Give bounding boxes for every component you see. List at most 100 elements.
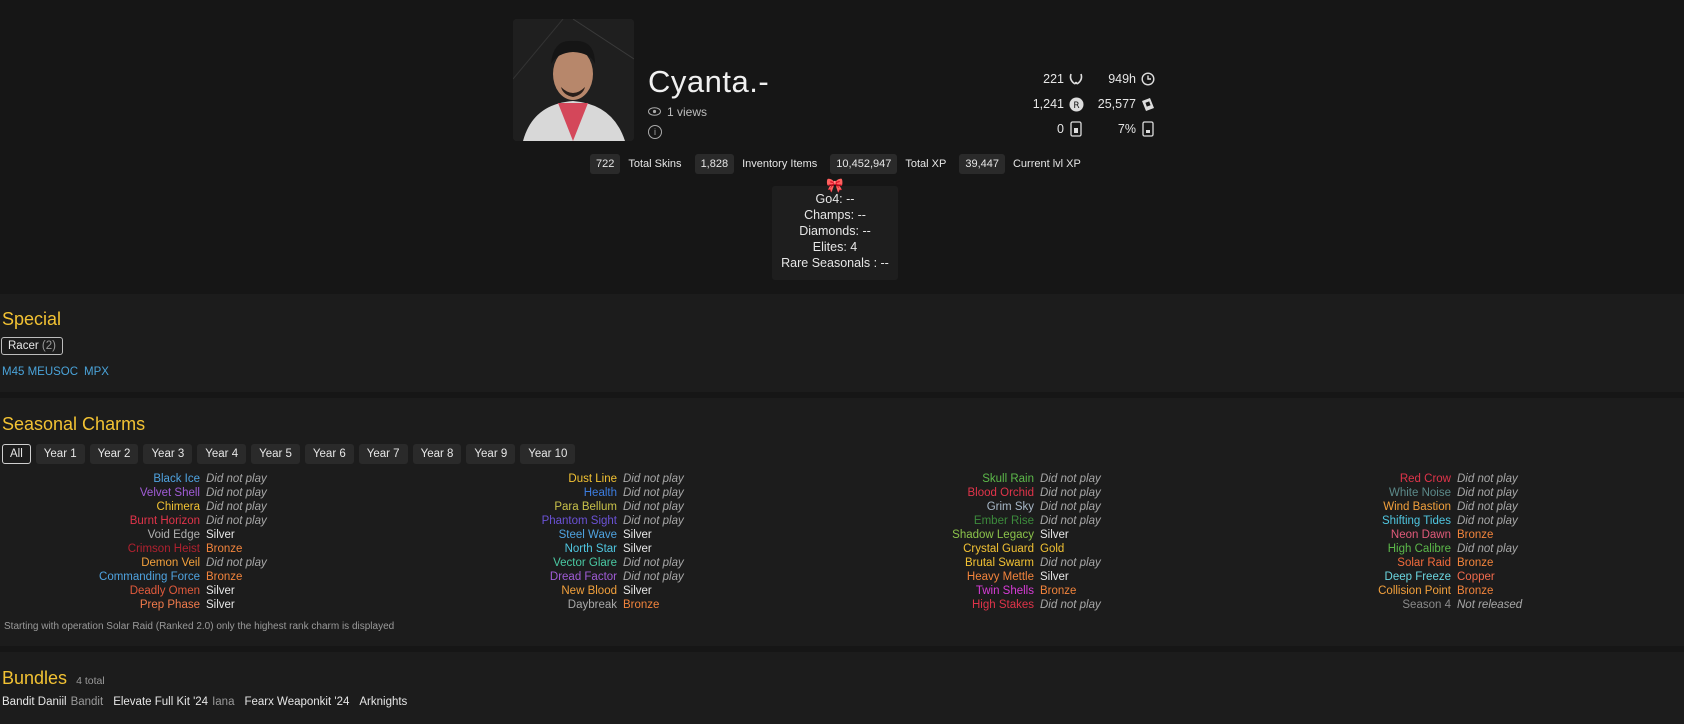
- charm-row: Shadow Legacy Silver: [834, 528, 1190, 542]
- charm-row: Wind Bastion Did not play: [1251, 500, 1607, 514]
- special-item-m45[interactable]: M45 MEUSOC: [2, 366, 78, 378]
- special-item-mpx[interactable]: MPX: [84, 366, 109, 378]
- charm-row: Phantom Sight Did not play: [417, 514, 773, 528]
- year-tab-year-8[interactable]: Year 8: [412, 444, 462, 464]
- badge-total-xp: 10,452,947 Total XP: [830, 154, 946, 174]
- charm-row: Skull Rain Did not play: [834, 472, 1190, 486]
- year-tab-year-4[interactable]: Year 4: [197, 444, 247, 464]
- year-tab-year-3[interactable]: Year 3: [143, 444, 193, 464]
- special-section: Special Racer (2) M45 MEUSOC MPX: [0, 294, 1684, 392]
- charm-row: Velvet Shell Did not play: [0, 486, 356, 500]
- clock-icon: [1140, 71, 1156, 87]
- rank-go4: Go4: --: [815, 192, 855, 206]
- charm-row: Season 4 Not released: [1251, 598, 1607, 612]
- charm-name: Neon Dawn: [1390, 529, 1451, 541]
- charm-name: New Blood: [561, 585, 617, 597]
- bundle-operator: Bandit: [70, 696, 104, 708]
- charm-note: Starting with operation Solar Raid (Rank…: [4, 621, 395, 632]
- bundle-name: Fearx Weaponkit '24: [244, 696, 350, 708]
- charm-row: White Noise Did not play: [1251, 486, 1607, 500]
- charm-name: High Calibre: [1387, 543, 1451, 555]
- year-tab-year-10[interactable]: Year 10: [520, 444, 576, 464]
- charm-name: Deep Freeze: [1384, 571, 1451, 583]
- charm-row: Health Did not play: [417, 486, 773, 500]
- ribbon-icon: 🎀: [826, 177, 844, 193]
- bundle-item[interactable]: Bandit Daniil Bandit: [2, 696, 103, 708]
- charm-row: Blood Orchid Did not play: [834, 486, 1190, 500]
- rank-diamonds: Diamonds: --: [799, 224, 871, 238]
- credits-icon: R: [1068, 96, 1084, 112]
- year-tab-year-2[interactable]: Year 2: [89, 444, 139, 464]
- stat-packs: 0: [1020, 121, 1084, 137]
- year-tab-year-5[interactable]: Year 5: [251, 444, 300, 464]
- stat-level: 221: [1020, 71, 1084, 87]
- charm-name: Daybreak: [567, 599, 617, 611]
- year-tab-all[interactable]: All: [2, 444, 31, 464]
- charm-value: Did not play: [1457, 501, 1518, 513]
- charm-name: Demon Veil: [141, 557, 200, 569]
- profile-badges: 722 Total Skins 1,828 Inventory Items 10…: [590, 154, 1094, 174]
- year-tab-year-7[interactable]: Year 7: [358, 444, 408, 464]
- charm-row: Deadly Omen Silver: [0, 584, 356, 598]
- badge-total-skins: 722 Total Skins: [590, 154, 682, 174]
- special-title: Special: [2, 309, 62, 329]
- charm-value: Bronze: [1040, 585, 1077, 597]
- charm-row: Crimson Heist Bronze: [0, 542, 356, 556]
- charm-name: Phantom Sight: [541, 515, 617, 527]
- charm-row: Chimera Did not play: [0, 500, 356, 514]
- charm-name: Blood Orchid: [967, 487, 1034, 499]
- charm-value: Did not play: [1457, 515, 1518, 527]
- charm-value: Did not play: [1040, 515, 1101, 527]
- charm-column-3: Skull Rain Did not play Blood Orchid Did no…: [834, 472, 1190, 612]
- year-tab-year-6[interactable]: Year 6: [304, 444, 354, 464]
- svg-text:R: R: [1073, 101, 1079, 111]
- bundles-title: Bundles 4 total: [2, 668, 105, 688]
- stat-packs-value: 0: [1057, 122, 1064, 136]
- stat-credits: 1,241 R: [1020, 96, 1084, 112]
- bundle-item[interactable]: Fearx Weaponkit '24: [244, 696, 349, 708]
- charm-row: Dust Line Did not play: [417, 472, 773, 486]
- bundles-section: Bundles 4 total: [0, 652, 1684, 724]
- charm-name: Collision Point: [1378, 585, 1451, 597]
- pack-chance-icon: [1140, 121, 1156, 137]
- bundles-total: 4 total: [76, 675, 105, 687]
- charm-value: Not released: [1457, 599, 1523, 611]
- charm-row: Black Ice Did not play: [0, 472, 356, 486]
- bundle-name: Elevate Full Kit '24: [113, 696, 209, 708]
- stat-hours-value: 949h: [1108, 72, 1136, 86]
- charm-column-1: Black Ice Did not play Velvet Shell Did not…: [0, 472, 356, 612]
- racer-pill[interactable]: Racer (2): [1, 337, 63, 355]
- views-count: 1 views: [667, 105, 708, 119]
- year-tab-year-1[interactable]: Year 1: [35, 444, 85, 464]
- charm-value: Did not play: [206, 487, 267, 499]
- bundle-name: Bandit Daniil: [2, 696, 67, 708]
- charm-name: Black Ice: [153, 473, 200, 485]
- charm-name: Crimson Heist: [127, 543, 200, 555]
- stat-renown: 25,577: [1092, 96, 1156, 112]
- charm-row: Shifting Tides Did not play: [1251, 514, 1607, 528]
- charm-value: Bronze: [623, 599, 660, 611]
- bundle-item[interactable]: Elevate Full Kit '24 Iana: [113, 696, 234, 708]
- charm-name: Twin Shells: [975, 585, 1034, 597]
- info-icon[interactable]: i: [648, 125, 662, 139]
- charm-value: Did not play: [206, 473, 267, 485]
- charm-column-4: Red Crow Did not play White Noise Did not p…: [1251, 472, 1607, 612]
- charm-row: Demon Veil Did not play: [0, 556, 356, 570]
- charm-value: Silver: [1040, 529, 1069, 541]
- charm-name: Steel Wave: [558, 529, 617, 541]
- charm-name: Commanding Force: [99, 571, 200, 583]
- bundle-item[interactable]: Arknights: [359, 696, 407, 708]
- charm-row: New Blood Silver: [417, 584, 773, 598]
- laurel-icon: [1068, 71, 1084, 87]
- charm-value: Did not play: [623, 501, 684, 513]
- bundle-name: Arknights: [359, 696, 408, 708]
- views-counter: 1 views: [648, 105, 707, 119]
- charm-name: Skull Rain: [982, 473, 1034, 485]
- year-tab-year-9[interactable]: Year 9: [466, 444, 516, 464]
- charm-value: Did not play: [206, 501, 267, 513]
- rank-elites: Elites: 4: [812, 240, 858, 254]
- charm-value: Silver: [206, 529, 235, 541]
- charm-value: Did not play: [623, 487, 684, 499]
- charm-name: Red Crow: [1399, 473, 1451, 485]
- charm-name: Ember Rise: [973, 515, 1034, 527]
